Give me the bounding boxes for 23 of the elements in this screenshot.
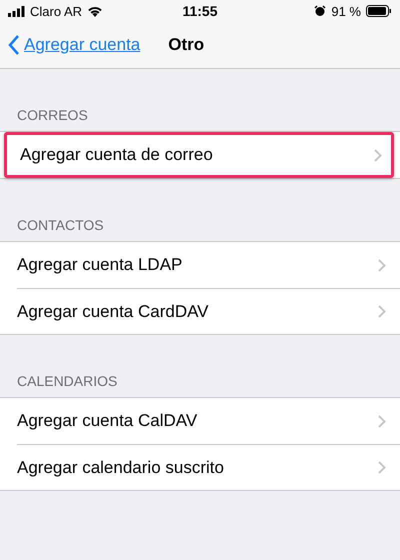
signal-icon [8,6,25,16]
list-item[interactable]: Agregar cuenta de correo [4,132,394,178]
clock-time: 11:55 [182,3,218,19]
section-header: CORREOS [16,106,89,125]
back-link[interactable]: Agregar cuenta [0,35,140,55]
battery-icon [366,5,392,17]
list-item[interactable]: Agregar cuenta CardDAV [17,288,400,334]
chevron-icon [378,461,386,474]
chevron-icon [374,148,382,162]
chevron-icon [378,414,386,428]
chevron-icon [378,258,386,272]
list-item[interactable]: Agregar cuenta LDAP [17,242,400,288]
screen-title: Otro [168,35,204,55]
chevron-icon [378,305,386,318]
alarm-icon [314,5,326,17]
list-item[interactable]: Agregar cuenta CalDAV [17,398,400,444]
battery-percent: 91 % [331,4,361,18]
wifi-icon [87,5,104,17]
back-chevron-icon [8,35,20,55]
carrier-name: Claro AR [30,4,82,18]
list-item[interactable]: Agregar calendario suscrito [17,444,400,490]
section-header: CONTACTOS [16,216,105,235]
section-header: CALENDARIOS [16,372,118,391]
